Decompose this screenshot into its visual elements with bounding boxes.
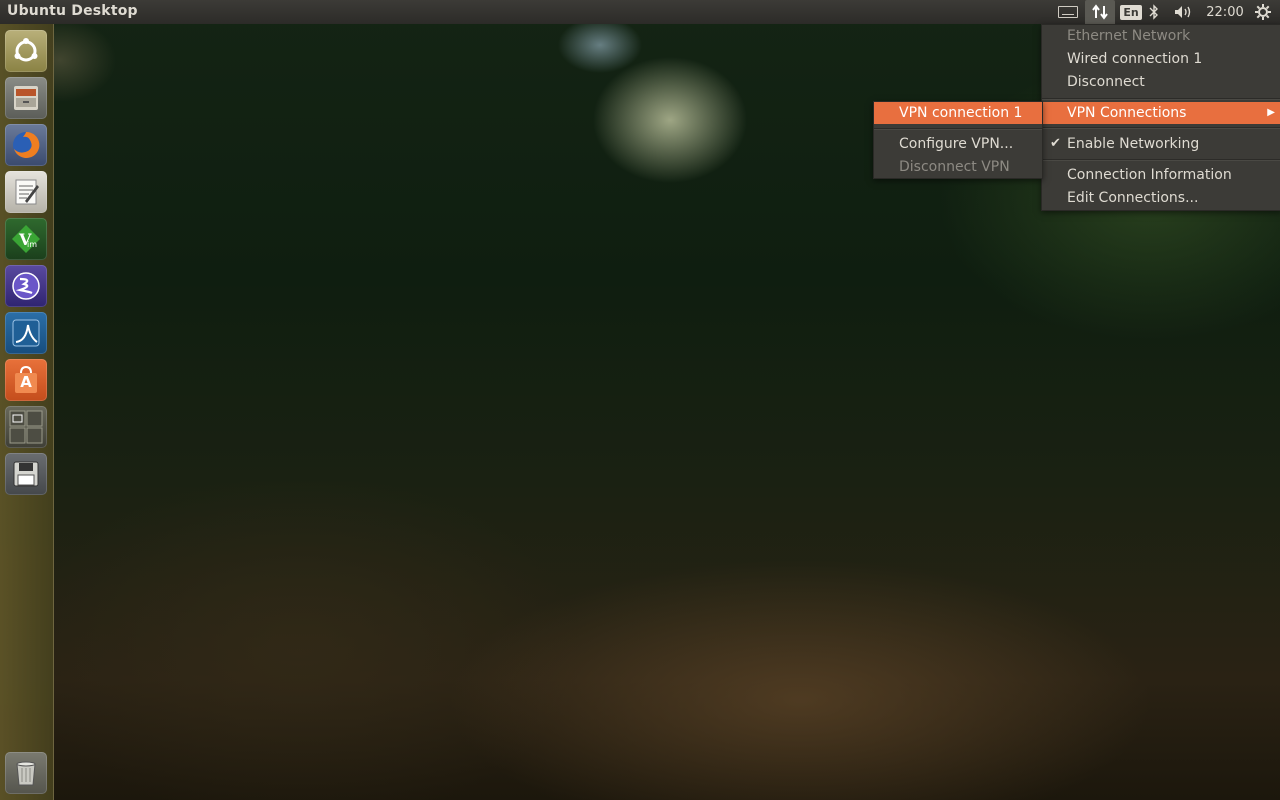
menu-item-edit-connections[interactable]: Edit Connections... (1042, 187, 1280, 209)
network-menu: Ethernet Network Wired connection 1 Disc… (1041, 24, 1280, 211)
wireshark-fin-icon (12, 319, 40, 347)
ubuntu-logo-icon (14, 38, 38, 62)
gear-icon (1255, 4, 1271, 20)
menu-separator (1042, 127, 1280, 129)
launcher-vim[interactable]: V im (5, 218, 47, 260)
menu-item-vpn-connection-1[interactable]: VPN connection 1 (874, 102, 1042, 124)
launcher-files[interactable] (5, 77, 47, 119)
launcher-text-editor[interactable] (5, 171, 47, 213)
bluetooth-icon (1149, 4, 1158, 20)
language-label: En (1120, 4, 1142, 20)
floppy-disk-icon (13, 461, 39, 487)
volume-icon (1175, 6, 1191, 18)
launcher-emacs[interactable] (5, 265, 47, 307)
vim-icon: V im (12, 225, 40, 253)
session-indicator[interactable] (1252, 0, 1274, 24)
menu-item-configure-vpn[interactable]: Configure VPN... (874, 133, 1042, 155)
menu-item-ethernet-network: Ethernet Network (1067, 28, 1191, 44)
launcher-trash[interactable] (5, 752, 47, 794)
emacs-icon (12, 272, 40, 300)
clock[interactable]: 22:00 (1202, 0, 1248, 24)
bluetooth-indicator[interactable] (1146, 0, 1162, 24)
menu-separator (1042, 98, 1280, 100)
launcher-wireshark[interactable] (5, 312, 47, 354)
launcher-workspace-switcher[interactable] (5, 406, 47, 448)
sound-indicator[interactable] (1170, 0, 1198, 24)
text-editor-icon (15, 179, 39, 205)
menu-item-connection-information[interactable]: Connection Information (1042, 164, 1280, 186)
launcher-save[interactable] (5, 453, 47, 495)
firefox-icon (13, 131, 40, 158)
submenu-arrow-icon: ▶ (1267, 107, 1275, 118)
language-indicator[interactable]: En (1120, 0, 1142, 24)
keyboard-icon (1058, 6, 1078, 18)
launcher-software-center[interactable]: A (5, 359, 47, 401)
menu-item-disconnect[interactable]: Disconnect (1042, 71, 1280, 93)
checkmark-icon: ✔ (1050, 136, 1061, 151)
window-title: Ubuntu Desktop (7, 3, 138, 19)
launcher-dash[interactable] (5, 30, 47, 72)
vpn-submenu: VPN connection 1 Configure VPN... Discon… (873, 101, 1043, 179)
keyboard-indicator[interactable] (1055, 0, 1081, 24)
trash-icon (16, 761, 36, 786)
menu-separator (874, 128, 1042, 130)
network-arrows-icon (1092, 4, 1108, 20)
menu-item-enable-networking[interactable]: ✔ Enable Networking (1042, 133, 1280, 155)
top-panel: Ubuntu Desktop En 22:00 (0, 0, 1280, 24)
svg-text:im: im (27, 240, 37, 249)
network-indicator[interactable] (1085, 0, 1115, 24)
launcher: V im A (0, 24, 54, 800)
vpn-connections-label: VPN Connections (1067, 105, 1187, 121)
launcher-firefox[interactable] (5, 124, 47, 166)
menu-separator (1042, 159, 1280, 161)
software-center-glyph: A (20, 373, 32, 391)
workspace-grid-icon (9, 410, 43, 444)
menu-item-disconnect-vpn: Disconnect VPN (899, 159, 1010, 175)
menu-item-wired-connection-1[interactable]: Wired connection 1 (1042, 48, 1280, 70)
enable-networking-label: Enable Networking (1067, 136, 1200, 152)
file-cabinet-icon (14, 86, 38, 110)
menu-item-vpn-connections[interactable]: VPN Connections ▶ (1042, 102, 1280, 124)
